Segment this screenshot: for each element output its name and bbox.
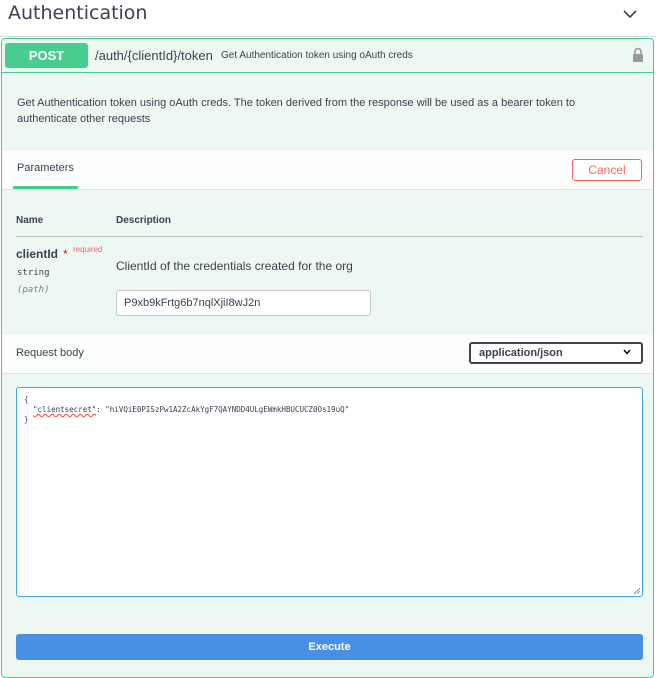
tag-title: Authentication <box>8 2 148 24</box>
request-body-header: Request body application/json <box>2 335 653 374</box>
parameters-divider <box>16 236 643 237</box>
cancel-button[interactable]: Cancel <box>572 159 642 181</box>
param-name: clientId <box>16 247 59 261</box>
lock-icon[interactable] <box>632 47 644 63</box>
tab-parameters[interactable]: Parameters <box>13 151 78 189</box>
tag-header[interactable]: Authentication <box>0 0 656 37</box>
param-location: (path) <box>17 285 50 295</box>
execute-button[interactable]: Execute <box>16 634 643 660</box>
operation-summary-text: Get Authentication token using oAuth cre… <box>221 50 413 61</box>
chevron-down-icon <box>623 349 631 355</box>
content-type-select[interactable]: application/json <box>469 342 643 364</box>
operation-block: POST /auth/{clientId}/token Get Authenti… <box>1 38 654 678</box>
resize-handle-icon[interactable] <box>633 587 641 595</box>
operation-description: Get Authentication token using oAuth cre… <box>17 97 576 125</box>
param-type: string <box>17 268 50 278</box>
content-type-value: application/json <box>479 347 563 359</box>
json-key: "clientsecret" <box>33 405 97 414</box>
json-value: "hiVQiE0PISzPw1A2ZcAkYgF7QAYNDD4ULgEWmkH… <box>105 405 350 414</box>
operation-path: /auth/{clientId}/token <box>95 48 213 63</box>
json-close-brace: } <box>24 415 29 424</box>
json-separator: : <box>96 405 106 414</box>
required-star: * <box>63 247 68 261</box>
column-header-description: Description <box>116 215 172 226</box>
param-description: ClientId of the credentials created for … <box>116 259 353 273</box>
column-header-name: Name <box>16 215 44 226</box>
operation-summary[interactable]: POST /auth/{clientId}/token Get Authenti… <box>2 39 653 73</box>
json-open-brace: { <box>24 395 29 404</box>
request-body-editor[interactable]: { "clientsecret": "hiVQiE0PISzPw1A2ZcAkY… <box>16 387 643 597</box>
chevron-down-icon[interactable] <box>620 4 640 24</box>
required-label: required <box>73 245 103 254</box>
parameters-header: Parameters Cancel <box>2 151 653 190</box>
method-badge: POST <box>5 43 88 68</box>
client-id-input[interactable] <box>116 290 371 316</box>
request-body-label: Request body <box>16 347 84 359</box>
